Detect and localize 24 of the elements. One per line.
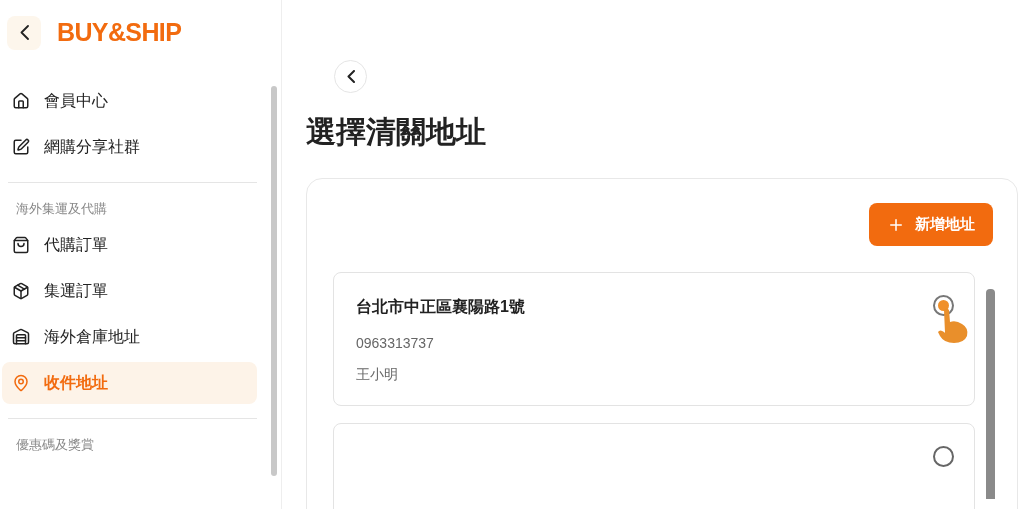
back-icon: [19, 25, 29, 41]
address-text: 台北市中正區襄陽路1號: [356, 297, 525, 317]
box-icon: [12, 282, 30, 300]
home-icon: [12, 91, 30, 110]
bag-icon: [12, 236, 30, 254]
phone-text: 0963313737: [356, 334, 435, 353]
back-button[interactable]: [7, 15, 41, 50]
back-icon: [346, 70, 355, 83]
hand-pointer-icon: [936, 306, 970, 344]
sidebar-item[interactable]: 會員中心: [2, 79, 257, 122]
radio-button[interactable]: [933, 446, 954, 467]
edit-icon: [12, 137, 30, 156]
recipient-name: 王小明: [356, 365, 399, 384]
section-heading: 海外集運及代購: [15, 199, 108, 218]
address-card[interactable]: 台北市中正區襄陽路1號 0963313737 王小明: [333, 272, 975, 406]
sidebar-item[interactable]: 集運訂單: [2, 270, 257, 312]
page-title: 選擇清關地址: [306, 114, 487, 150]
map-pin-icon: [12, 374, 30, 392]
sidebar-item[interactable]: 代購訂單: [2, 224, 257, 266]
sidebar-item[interactable]: 網購分享社群: [2, 125, 257, 168]
logo: BUY&SHIP: [57, 17, 182, 48]
sidebar-item[interactable]: 海外倉庫地址: [2, 316, 257, 358]
warehouse-icon: [12, 328, 30, 346]
section-heading: 優惠碼及獎賞: [15, 436, 95, 454]
